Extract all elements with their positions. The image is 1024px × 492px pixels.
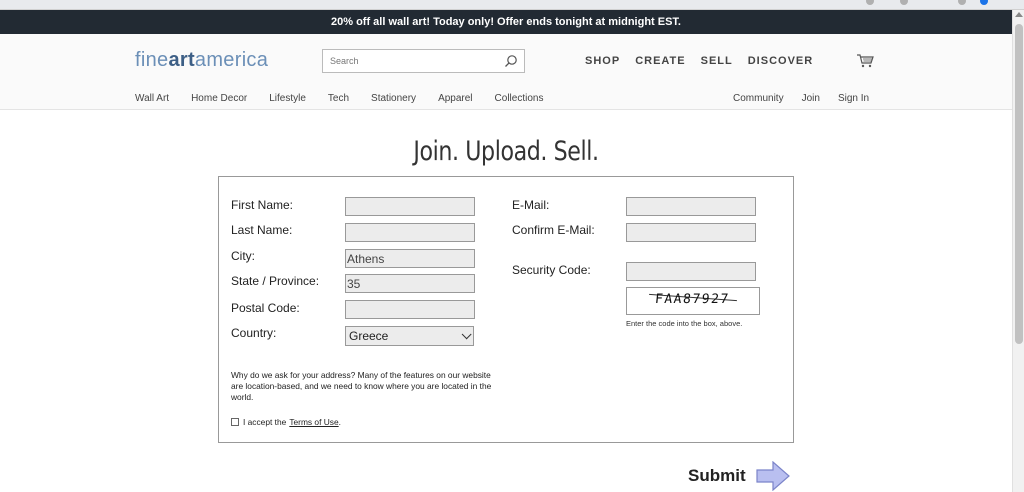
chevron-down-icon	[461, 329, 472, 340]
nav-join[interactable]: Join	[802, 93, 820, 104]
postal-code-field[interactable]	[345, 300, 475, 319]
captcha-text: FAA87927	[654, 292, 731, 307]
country-selected-value: Greece	[349, 329, 389, 343]
star-icon[interactable]	[900, 0, 908, 5]
nav-shop[interactable]: SHOP	[585, 55, 620, 67]
nav-sign-in[interactable]: Sign In	[838, 93, 869, 104]
search-input[interactable]	[323, 50, 498, 72]
logo-text-art: art	[168, 49, 195, 71]
site-header: fineartamerica SHOP CREATE SELL DISCOVER…	[0, 34, 1012, 110]
nav-community[interactable]: Community	[733, 93, 784, 104]
extension-icon[interactable]	[866, 0, 874, 5]
nav-stationery[interactable]: Stationery	[371, 93, 416, 104]
captcha-hint: Enter the code into the box, above.	[626, 319, 743, 328]
nav-tech[interactable]: Tech	[328, 93, 349, 104]
confirm-email-label: Confirm E-Mail:	[512, 223, 595, 237]
submit-button[interactable]: Submit	[688, 461, 790, 491]
registration-form: First Name: Last Name: City: State / Pro…	[218, 176, 794, 443]
state-label: State / Province:	[231, 274, 320, 288]
postal-code-label: Postal Code:	[231, 301, 300, 315]
promo-banner[interactable]: 20% off all wall art! Today only! Offer …	[0, 10, 1012, 34]
last-name-field[interactable]	[345, 223, 475, 242]
last-name-label: Last Name:	[231, 223, 293, 237]
extension-icon[interactable]	[958, 0, 966, 5]
country-select[interactable]: Greece	[345, 326, 474, 346]
page-title: Join. Upload. Sell.	[413, 136, 599, 167]
cart-icon[interactable]	[856, 54, 874, 68]
security-code-label: Security Code:	[512, 263, 591, 277]
page-scrollbar[interactable]	[1012, 10, 1024, 492]
nav-wall-art[interactable]: Wall Art	[135, 93, 169, 104]
terms-of-use-link[interactable]: Terms of Use	[289, 417, 338, 427]
email-label: E-Mail:	[512, 198, 550, 212]
logo-text-america: america	[194, 49, 269, 71]
search-box	[322, 49, 525, 73]
terms-suffix: .	[338, 417, 341, 427]
nav-discover[interactable]: DISCOVER	[748, 55, 813, 67]
account-nav: Community Join Sign In	[733, 93, 887, 104]
scroll-up-icon[interactable]	[1015, 12, 1023, 17]
terms-prefix: I accept the	[243, 417, 287, 427]
nav-sell[interactable]: SELL	[701, 55, 733, 67]
nav-apparel[interactable]: Apparel	[438, 93, 472, 104]
city-field[interactable]	[345, 249, 475, 268]
nav-home-decor[interactable]: Home Decor	[191, 93, 247, 104]
first-name-field[interactable]	[345, 197, 475, 216]
search-icon[interactable]	[504, 54, 518, 68]
security-code-field[interactable]	[626, 262, 756, 281]
country-label: Country:	[231, 326, 277, 340]
profile-avatar[interactable]	[980, 0, 988, 5]
scrollbar-thumb[interactable]	[1015, 24, 1023, 344]
address-explanation: Why do we ask for your address? Many of …	[231, 370, 492, 402]
category-nav: Wall Art Home Decor Lifestyle Tech Stati…	[135, 93, 565, 104]
email-field[interactable]	[626, 197, 756, 216]
arrow-right-icon[interactable]	[756, 461, 790, 491]
logo-text-fine: fine	[135, 49, 169, 71]
captcha-image: FAA87927	[626, 287, 760, 315]
site-logo[interactable]: fineartamerica	[135, 49, 268, 72]
main-nav: SHOP CREATE SELL DISCOVER	[585, 55, 813, 67]
nav-lifestyle[interactable]: Lifestyle	[269, 93, 306, 104]
terms-checkbox[interactable]	[231, 418, 239, 426]
terms-row: I accept the Terms of Use .	[231, 417, 341, 427]
nav-create[interactable]: CREATE	[635, 55, 685, 67]
state-field[interactable]	[345, 274, 475, 293]
first-name-label: First Name:	[231, 198, 294, 212]
browser-chrome-strip	[0, 0, 1024, 10]
confirm-email-field[interactable]	[626, 223, 756, 242]
nav-collections[interactable]: Collections	[495, 93, 544, 104]
city-label: City:	[231, 249, 255, 263]
submit-label: Submit	[688, 466, 746, 485]
